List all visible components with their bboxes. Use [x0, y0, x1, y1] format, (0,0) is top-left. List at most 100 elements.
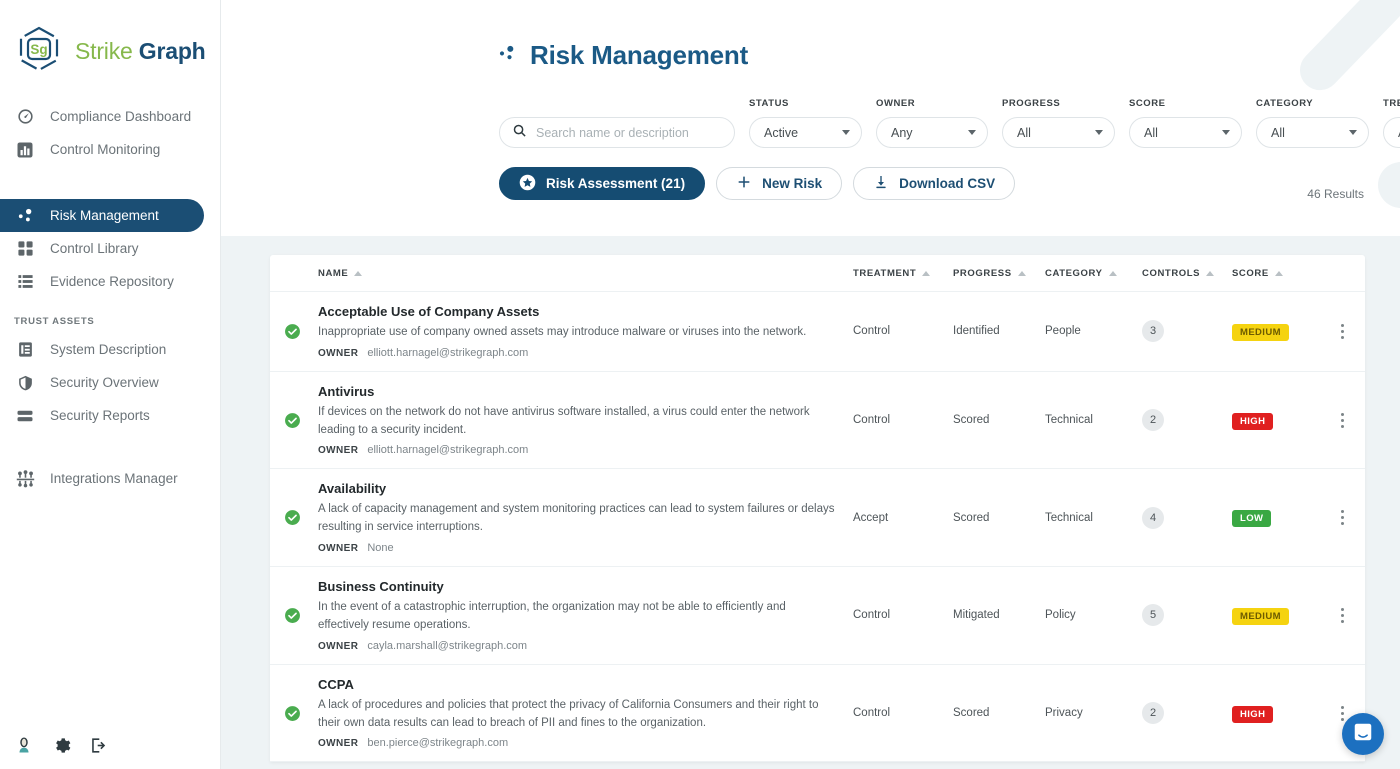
sort-ascending-icon	[1018, 271, 1026, 276]
download-csv-button[interactable]: Download CSV	[853, 167, 1015, 200]
owner-label: OWNER	[318, 543, 358, 554]
risk-table: NAME TREATMENT PROGRESS CATEGORY	[270, 255, 1365, 762]
table-row[interactable]: Availability A lack of capacity manageme…	[270, 469, 1365, 567]
column-header-controls[interactable]: CONTROLS	[1142, 268, 1232, 279]
row-name-cell: Business Continuity In the event of a ca…	[314, 567, 853, 664]
risk-description: If devices on the network do not have an…	[318, 404, 837, 440]
table-row[interactable]: Business Continuity In the event of a ca…	[270, 567, 1365, 665]
risk-progress: Scored	[953, 707, 1045, 719]
risk-category: Technical	[1045, 512, 1142, 524]
risk-progress: Identified	[953, 325, 1045, 337]
column-header-progress-label: PROGRESS	[953, 268, 1012, 279]
filter-owner-label: OWNER	[876, 98, 988, 110]
filter-treatment-select[interactable]: All	[1383, 117, 1400, 148]
sidebar-item-evidence-repository[interactable]: Evidence Repository	[0, 265, 204, 298]
column-header-category-label: CATEGORY	[1045, 268, 1103, 279]
user-avatar-icon[interactable]	[14, 735, 34, 755]
table-row[interactable]: CCPA A lack of procedures and policies t…	[270, 665, 1365, 763]
chat-bubble-icon	[1352, 721, 1374, 748]
filter-progress-value: All	[1017, 126, 1031, 140]
risk-controls-count: 5	[1142, 604, 1164, 626]
table-row[interactable]: Antivirus If devices on the network do n…	[270, 372, 1365, 470]
filter-score-select[interactable]: All	[1129, 117, 1242, 148]
sidebar-item-label: Control Library	[50, 241, 139, 256]
filter-owner-select[interactable]: Any	[876, 117, 988, 148]
sidebar-item-integrations-manager[interactable]: Integrations Manager	[0, 462, 204, 495]
sidebar-item-label: System Description	[50, 342, 166, 357]
plus-icon	[736, 174, 752, 193]
new-risk-button[interactable]: New Risk	[716, 167, 842, 200]
risk-score-cell: LOW	[1232, 508, 1319, 527]
owner-value: cayla.marshall@strikegraph.com	[367, 640, 527, 652]
row-actions-menu[interactable]	[1319, 413, 1365, 428]
column-header-category[interactable]: CATEGORY	[1045, 268, 1142, 279]
kebab-menu-icon	[1341, 510, 1344, 525]
row-status[interactable]	[270, 705, 314, 722]
action-bar: Risk Assessment (21) New Risk Download C…	[221, 167, 1400, 200]
filter-category-select[interactable]: All	[1256, 117, 1369, 148]
owner-label: OWNER	[318, 445, 358, 456]
column-header-treatment[interactable]: TREATMENT	[853, 268, 953, 279]
row-status[interactable]	[270, 412, 314, 429]
row-name-cell: Acceptable Use of Company Assets Inappro…	[314, 292, 853, 371]
risk-treatment: Control	[853, 325, 953, 337]
sidebar-item-system-description[interactable]: System Description	[0, 333, 204, 366]
results-count: 46 Results	[1307, 187, 1364, 201]
sidebar-item-label: Risk Management	[50, 208, 159, 223]
sidebar-item-control-monitoring[interactable]: Control Monitoring	[0, 133, 204, 166]
filter-status-select[interactable]: Active	[749, 117, 862, 148]
column-header-controls-label: CONTROLS	[1142, 268, 1200, 279]
sidebar-item-label: Control Monitoring	[50, 142, 160, 157]
risk-controls-cell: 2	[1142, 702, 1232, 724]
table-row[interactable]: Acceptable Use of Company Assets Inappro…	[270, 292, 1365, 372]
sidebar-item-control-library[interactable]: Control Library	[0, 232, 204, 265]
brand-logo[interactable]: Sg Strike Graph	[0, 0, 220, 100]
column-header-name[interactable]: NAME	[314, 268, 853, 279]
bar-chart-icon	[14, 139, 36, 161]
sidebar-item-security-overview[interactable]: Security Overview	[0, 366, 204, 399]
filter-treatment-label: TREATMENT	[1383, 98, 1400, 110]
logout-icon[interactable]	[88, 735, 108, 755]
filter-progress-select[interactable]: All	[1002, 117, 1115, 148]
risk-controls-count: 2	[1142, 702, 1164, 724]
risk-treatment: Control	[853, 609, 953, 621]
filter-score-value: All	[1144, 126, 1158, 140]
sliders-icon	[14, 468, 36, 490]
row-status[interactable]	[270, 509, 314, 526]
chevron-down-icon	[968, 130, 976, 135]
risk-name: Availability	[318, 481, 837, 496]
column-header-score-label: SCORE	[1232, 268, 1269, 279]
risk-controls-cell: 5	[1142, 604, 1232, 626]
page-title-text: Risk Management	[530, 40, 748, 71]
download-icon	[873, 174, 889, 193]
risk-category: Technical	[1045, 414, 1142, 426]
row-actions-menu[interactable]	[1319, 324, 1365, 339]
column-header-score[interactable]: SCORE	[1232, 268, 1319, 279]
gear-icon[interactable]	[51, 735, 71, 755]
sidebar-item-compliance-dashboard[interactable]: Compliance Dashboard	[0, 100, 204, 133]
column-header-progress[interactable]: PROGRESS	[953, 268, 1045, 279]
risk-treatment: Accept	[853, 512, 953, 524]
row-actions-menu[interactable]	[1319, 510, 1365, 525]
chat-widget-button[interactable]	[1342, 713, 1384, 755]
risk-controls-count: 2	[1142, 409, 1164, 431]
kebab-menu-icon	[1341, 413, 1344, 428]
brand-name-part1: Strike	[75, 38, 133, 64]
sidebar-item-risk-management[interactable]: Risk Management	[0, 199, 204, 232]
status-badge: MEDIUM	[1232, 608, 1289, 625]
risk-assessment-button[interactable]: Risk Assessment (21)	[499, 167, 705, 200]
brand-name-part2: Graph	[139, 38, 206, 64]
row-actions-menu[interactable]	[1319, 608, 1365, 623]
filter-owner-value: Any	[891, 126, 913, 140]
risk-table-area: NAME TREATMENT PROGRESS CATEGORY	[221, 236, 1400, 769]
check-circle-green-icon	[284, 412, 301, 429]
risk-score-cell: MEDIUM	[1232, 606, 1319, 625]
row-status[interactable]	[270, 607, 314, 624]
kebab-menu-icon	[1341, 706, 1344, 721]
row-status[interactable]	[270, 323, 314, 340]
sidebar-item-security-reports[interactable]: Security Reports	[0, 399, 204, 432]
search-input[interactable]	[536, 126, 722, 140]
search-box[interactable]	[499, 117, 735, 148]
risk-owner: OWNER ben.pierce@strikegraph.com	[318, 737, 837, 749]
column-header-name-label: NAME	[318, 268, 348, 279]
